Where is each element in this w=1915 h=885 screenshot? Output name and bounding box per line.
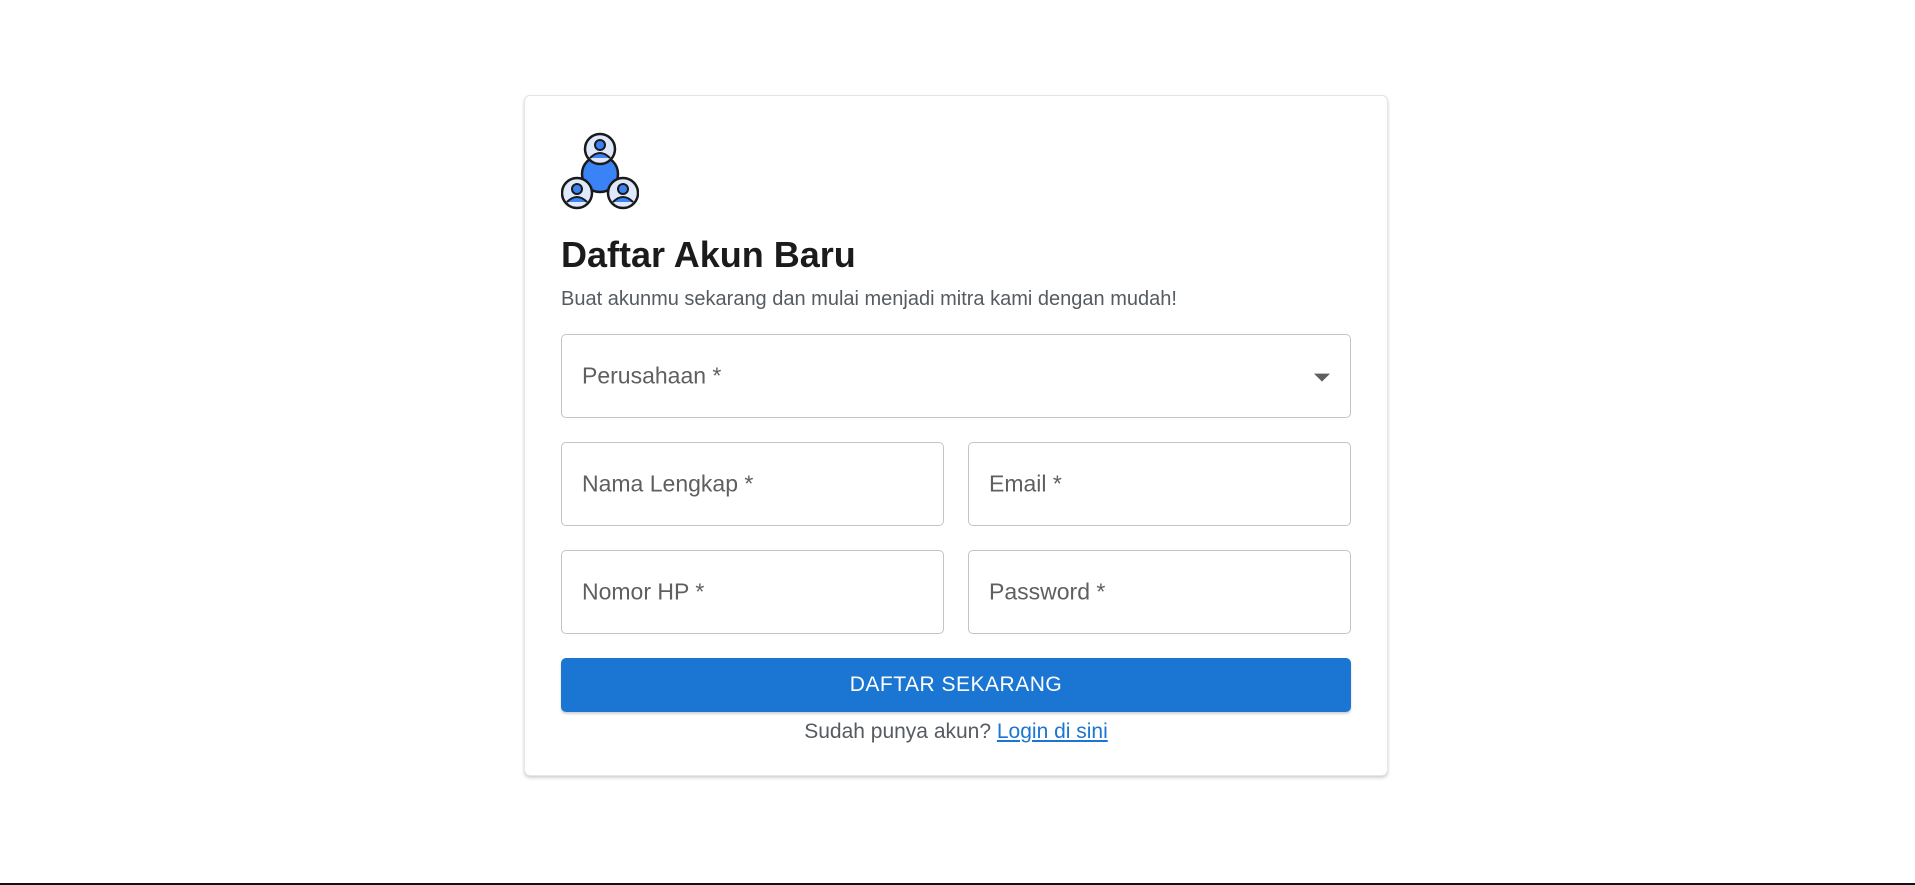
email-field[interactable]: Email * bbox=[968, 442, 1351, 526]
email-label: Email * bbox=[989, 470, 1062, 497]
login-link[interactable]: Login di sini bbox=[997, 720, 1108, 743]
phone-label: Nomor HP * bbox=[582, 578, 705, 605]
name-email-row: Nama Lengkap * Email * bbox=[561, 442, 1351, 526]
register-page: Daftar Akun Baru Buat akunmu sekarang da… bbox=[0, 0, 1915, 885]
page-title: Daftar Akun Baru bbox=[561, 234, 856, 275]
password-label: Password * bbox=[989, 578, 1106, 605]
login-prompt: Sudah punya akun? Login di sini bbox=[561, 718, 1351, 746]
team-users-icon bbox=[561, 132, 639, 210]
register-card: Daftar Akun Baru Buat akunmu sekarang da… bbox=[524, 95, 1388, 776]
page-subtitle: Buat akunmu sekarang dan mulai menjadi m… bbox=[561, 288, 1177, 310]
register-button[interactable]: DAFTAR SEKARANG bbox=[561, 658, 1351, 712]
company-select-label: Perusahaan * bbox=[582, 362, 722, 389]
phone-field[interactable]: Nomor HP * bbox=[561, 550, 944, 634]
full-name-label: Nama Lengkap * bbox=[582, 470, 754, 497]
login-prompt-text: Sudah punya akun? bbox=[804, 720, 992, 743]
company-select[interactable]: Perusahaan * bbox=[561, 334, 1351, 418]
full-name-field[interactable]: Nama Lengkap * bbox=[561, 442, 944, 526]
chevron-down-icon[interactable] bbox=[1314, 373, 1330, 382]
phone-password-row: Nomor HP * Password * bbox=[561, 550, 1351, 634]
password-field[interactable]: Password * bbox=[968, 550, 1351, 634]
